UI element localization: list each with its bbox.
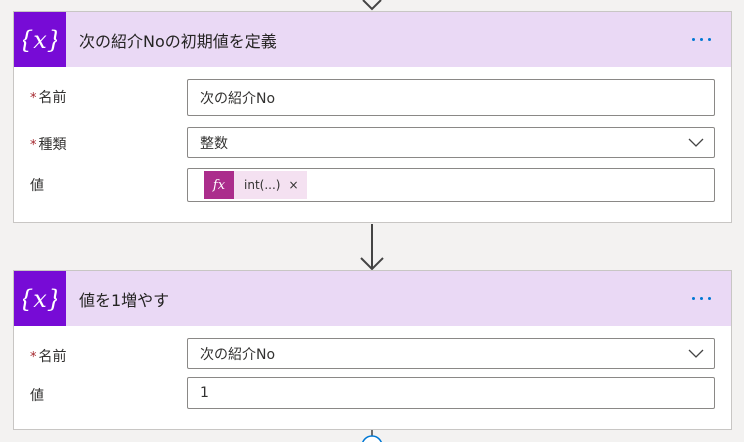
name-label: * 名前 xyxy=(30,90,67,106)
value-field[interactable]: fx int(...) × xyxy=(187,168,715,202)
connector-arrow xyxy=(0,224,744,272)
remove-token-button[interactable]: × xyxy=(288,178,306,192)
more-options-button[interactable] xyxy=(681,284,721,314)
chevron-down-icon xyxy=(688,349,704,358)
token-label: int(...) xyxy=(244,178,281,192)
type-dropdown[interactable]: 整数 xyxy=(187,127,715,158)
value-label: 値 xyxy=(30,178,44,194)
card-title: 値を1増やす xyxy=(79,290,170,310)
add-step-button[interactable] xyxy=(0,430,744,442)
value-label: 値 xyxy=(30,388,44,404)
chevron-down-icon xyxy=(688,138,704,147)
variable-icon: {x} xyxy=(14,271,66,326)
more-options-button[interactable] xyxy=(681,25,721,55)
svg-text:{x}: {x} xyxy=(23,285,57,313)
expression-token[interactable]: fx int(...) × xyxy=(204,171,307,199)
name-field[interactable]: 次の紹介No xyxy=(187,79,715,116)
card-header[interactable]: {x} 値を1増やす xyxy=(14,271,731,326)
action-card-increment-variable: {x} 値を1増やす *名前 次の紹介No 値 1 xyxy=(13,270,732,430)
value-field[interactable]: 1 xyxy=(187,377,715,409)
function-icon: fx xyxy=(204,171,234,199)
name-dropdown[interactable]: 次の紹介No xyxy=(187,338,715,369)
svg-text:{x}: {x} xyxy=(23,26,57,54)
card-header[interactable]: {x} 次の紹介Noの初期値を定義 xyxy=(14,12,731,67)
variable-icon: {x} xyxy=(14,12,66,67)
type-label: * 種類 xyxy=(30,137,67,153)
name-label: * 名前 xyxy=(30,349,67,365)
card-title: 次の紹介Noの初期値を定義 xyxy=(79,31,277,51)
action-card-initialize-variable: {x} 次の紹介Noの初期値を定義 *名前 次の紹介No *種類 整数 値 xyxy=(13,11,732,223)
